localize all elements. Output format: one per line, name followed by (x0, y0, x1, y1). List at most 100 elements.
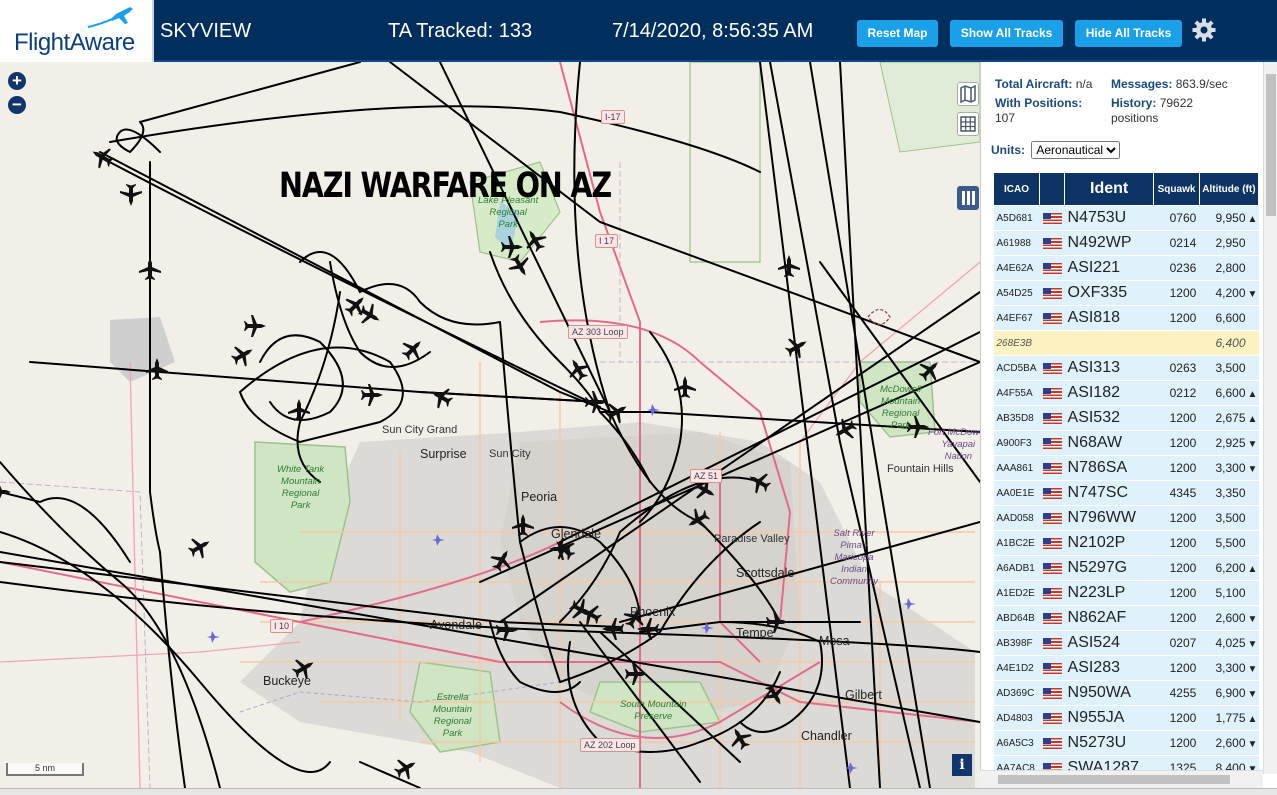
altitude-trend-icon: ▼ (1247, 664, 1258, 675)
table-row[interactable]: A4EF67 ASI818 1200 6,600 (993, 305, 1259, 331)
table-row[interactable]: AD4803 N955JA 1200 1,775 ▲ (993, 705, 1259, 731)
table-row[interactable]: AD369C N950WA 4255 6,900 ▼ (993, 680, 1259, 706)
app-title: SKYVIEW (160, 20, 252, 42)
gear-icon[interactable] (1191, 17, 1217, 43)
cell-squawk: 0760 (1153, 205, 1200, 231)
us-flag-icon (1042, 713, 1062, 725)
table-row[interactable]: ABD64B N862AF 1200 2,600 ▼ (993, 605, 1259, 631)
cell-flag (1039, 580, 1065, 606)
cell-squawk: 1200 (1153, 580, 1200, 606)
cell-squawk: 1200 (1153, 305, 1200, 331)
columns-toggle-button[interactable] (957, 186, 979, 210)
table-row[interactable]: A6ADB1 N5297G 1200 6,200 ▲ (993, 555, 1259, 581)
table-row[interactable]: A5D681 N4753U 0760 9,950 ▲ (993, 205, 1259, 231)
col-altitude[interactable]: Altitude (ft) (1198, 172, 1260, 206)
table-row[interactable]: AAA861 N786SA 1200 3,300 ▼ (993, 455, 1259, 481)
cell-icao: AA0E1E (993, 480, 1040, 506)
table-row[interactable]: A4E62A ASI221 0236 2,800 (993, 255, 1259, 281)
clock-datetime: 7/14/2020, 8:56:35 AM (612, 20, 814, 42)
scrollbar-thumb[interactable] (1266, 74, 1276, 216)
units-control: Units: Aeronautical (991, 141, 1121, 159)
altitude-value: 5,500 (1215, 536, 1246, 550)
units-select[interactable]: Aeronautical (1031, 141, 1121, 159)
panel-vertical-scrollbar[interactable] (1263, 62, 1277, 774)
table-row[interactable]: 268E3B 6,400 (993, 330, 1259, 356)
scrollbar-thumb[interactable] (998, 775, 1230, 784)
cell-icao: 268E3B (993, 330, 1040, 356)
flightaware-logo[interactable]: FlightAware (0, 0, 154, 62)
table-header-row: ICAO Ident Squawk Altitude (ft) (992, 172, 1260, 206)
table-row[interactable]: ACD5BA ASI313 0263 3,500 (993, 355, 1259, 381)
table-row[interactable]: A54D25 OXF335 1200 4,200 ▼ (993, 280, 1259, 306)
park-estrella: Estrella Mountain Regional Park (433, 692, 473, 739)
table-row[interactable]: A1ED2E N223LP 1200 5,100 (993, 580, 1259, 606)
cell-altitude: 2,675 ▲ (1199, 405, 1259, 431)
cell-altitude: 6,200 ▲ (1199, 555, 1259, 581)
brand-name: FlightAware (14, 29, 135, 56)
table-row[interactable]: A1BC2E N2102P 1200 5,500 (993, 530, 1259, 556)
cell-altitude: 3,500 (1199, 505, 1259, 531)
zoom-in-button[interactable]: + (8, 72, 26, 90)
map-layers-button[interactable] (957, 82, 979, 106)
altitude-trend-icon: ▼ (1247, 739, 1258, 750)
top-bar: FlightAware SKYVIEW TA Tracked: 133 7/14… (0, 0, 1277, 62)
cell-altitude: 5,100 (1199, 580, 1259, 606)
cell-altitude: 2,800 (1199, 255, 1259, 281)
cell-squawk: 1200 (1153, 455, 1200, 481)
cell-flag (1039, 430, 1065, 456)
us-flag-icon (1042, 313, 1062, 325)
altitude-trend-icon: ▼ (1247, 464, 1258, 475)
us-flag-icon (1042, 563, 1062, 575)
park-south-mountain: South Mountain Preserve (620, 699, 687, 722)
cell-icao: A1ED2E (993, 580, 1040, 606)
altitude-trend-icon: ▼ (1247, 639, 1258, 650)
altitude-trend-icon: ▼ (1247, 689, 1258, 700)
col-squawk[interactable]: Squawk (1153, 172, 1200, 206)
panel-horizontal-scrollbar[interactable] (980, 770, 1263, 788)
altitude-value: 6,400 (1215, 336, 1246, 350)
us-flag-icon (1042, 463, 1062, 475)
table-row[interactable]: A4F55A ASI182 0212 6,600 ▲ (993, 380, 1259, 406)
cell-ident: N796WW (1064, 505, 1154, 531)
table-row[interactable]: A6A5C3 N5273U 1200 2,600 ▼ (993, 730, 1259, 756)
park-white-tank: White Tank Mountain Regional Park (277, 464, 325, 511)
table-row[interactable]: A4E1D2 ASI283 1200 3,300 ▼ (993, 655, 1259, 681)
reset-map-button[interactable]: Reset Map (857, 20, 938, 47)
table-row[interactable]: A900F3 N68AW 1200 2,925 ▼ (993, 430, 1259, 456)
aircraft-panel: Total Aircraft: n/a Messages: 863.9/sec … (980, 62, 1277, 788)
hide-all-tracks-button[interactable]: Hide All Tracks (1075, 20, 1182, 47)
map-view[interactable]: Sun City Grand Surprise Sun City Peoria … (0, 62, 980, 788)
cell-ident: ASI182 (1064, 380, 1154, 406)
altitude-value: 6,200 (1215, 561, 1246, 575)
table-row[interactable]: A61988 N492WP 0214 2,950 (993, 230, 1259, 256)
cell-altitude: 9,950 ▲ (1199, 205, 1259, 231)
place-sun-city: Sun City (489, 448, 531, 460)
info-button[interactable]: i (952, 754, 972, 776)
grid-toggle-button[interactable] (957, 112, 979, 136)
table-row[interactable]: AA0E1E N747SC 4345 3,350 (993, 480, 1259, 506)
col-ident[interactable]: Ident (1064, 172, 1155, 206)
col-flag[interactable] (1039, 172, 1066, 206)
cell-altitude: 4,200 ▼ (1199, 280, 1259, 306)
cell-altitude: 6,600 ▲ (1199, 380, 1259, 406)
aircraft-table: ICAO Ident Squawk Altitude (ft) A5D681 N4… (992, 172, 1260, 781)
cell-ident (1064, 330, 1154, 356)
table-row[interactable]: AB35D8 ASI532 1200 2,675 ▲ (993, 405, 1259, 431)
table-row[interactable]: AB398F ASI524 0207 4,025 ▼ (993, 630, 1259, 656)
col-icao[interactable]: ICAO (992, 172, 1041, 206)
altitude-value: 2,600 (1215, 736, 1246, 750)
zoom-out-button[interactable]: − (8, 96, 26, 114)
map-icon (960, 84, 976, 104)
cell-ident: N2102P (1064, 530, 1154, 556)
table-row[interactable]: AAD058 N796WW 1200 3,500 (993, 505, 1259, 531)
with-positions-label: With Positions: (995, 96, 1083, 110)
us-flag-icon (1042, 363, 1062, 375)
cell-ident: N786SA (1064, 455, 1154, 481)
total-aircraft-value: n/a (1075, 77, 1093, 91)
place-surprise: Surprise (420, 447, 467, 461)
tracked-count: TA Tracked: 133 (388, 20, 533, 42)
cell-altitude: 3,300 ▼ (1199, 655, 1259, 681)
show-all-tracks-button[interactable]: Show All Tracks (950, 20, 1063, 47)
total-aircraft-label: Total Aircraft: (995, 77, 1073, 91)
park-fort-mcdowell: Fort McDowell Yavapai Nation (928, 427, 980, 462)
